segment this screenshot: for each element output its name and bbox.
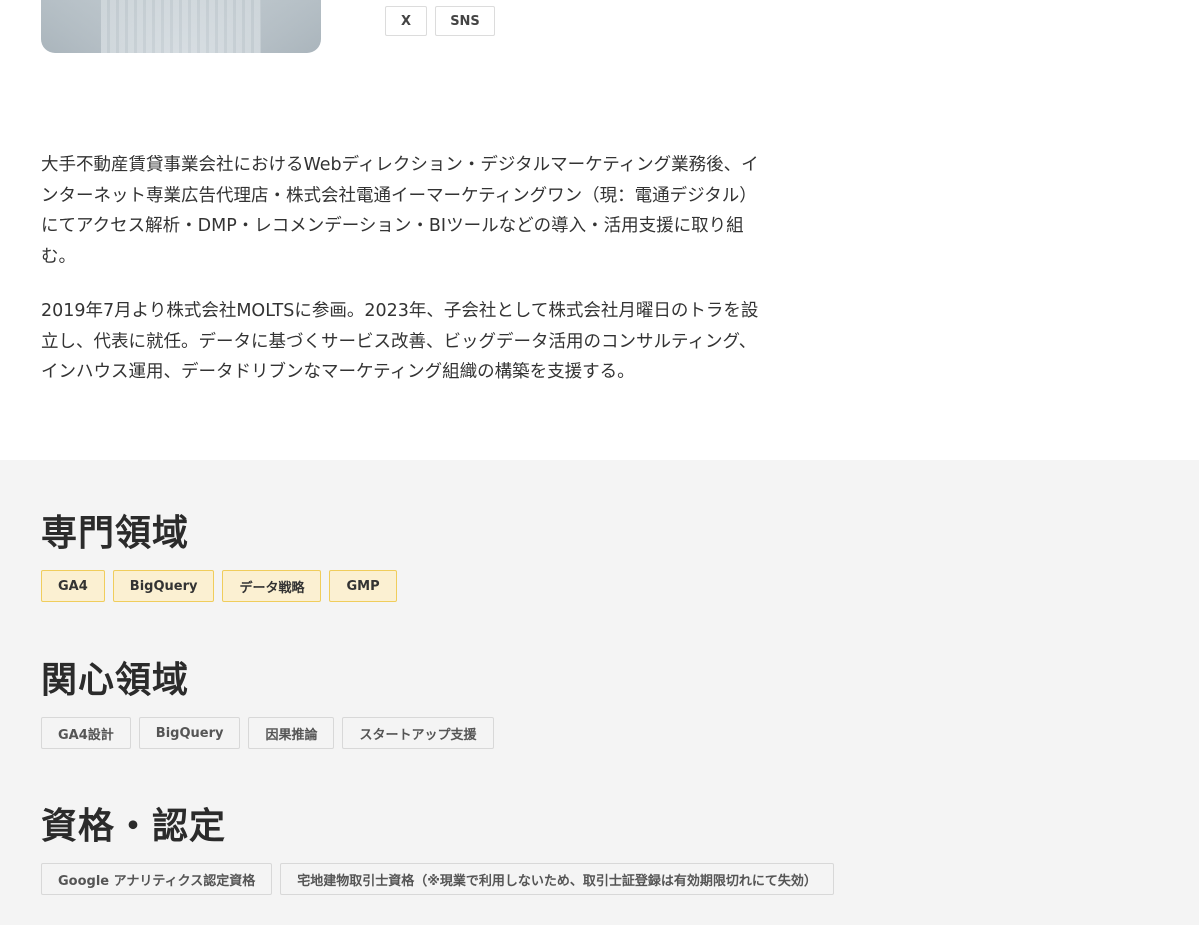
expertise-tag-data-strategy[interactable]: データ戦略	[222, 570, 322, 602]
certifications-title: 資格・認定	[41, 806, 227, 847]
interest-tag-ga4-design[interactable]: GA4設計	[41, 717, 131, 749]
certification-tag-real-estate[interactable]: 宅地建物取引士資格（※現業で利用しないため、取引士証登録は有効期限切れにて失効）	[280, 863, 834, 895]
profile-header: X SNS 大手不動産賃貸事業会社におけるWebディレクション・デジタルマーケテ…	[0, 0, 1199, 460]
bio-paragraph: 2019年7月より株式会社MOLTSに参画。2023年、子会社として株式会社月曜…	[41, 300, 759, 383]
expertise-tag-ga4[interactable]: GA4	[41, 570, 105, 602]
interests-tags: GA4設計 BigQuery 因果推論 スタートアップ支援	[41, 717, 494, 749]
interest-tag-bigquery[interactable]: BigQuery	[138, 717, 241, 749]
interests-title: 関心領域	[41, 660, 190, 701]
sns-link-button[interactable]: SNS	[435, 6, 495, 36]
x-link-button[interactable]: X	[385, 6, 427, 36]
certifications-section: 資格・認定 Google アナリティクス認定資格 宅地建物取引士資格（※現業で利…	[41, 805, 834, 895]
profile-bio: 大手不動産賃貸事業会社におけるWebディレクション・デジタルマーケティング業務後…	[41, 150, 766, 411]
profile-photo-shade	[41, 0, 321, 53]
certification-tag-google-analytics[interactable]: Google アナリティクス認定資格	[41, 863, 273, 895]
profile-photo	[41, 0, 321, 53]
expertise-tag-bigquery[interactable]: BigQuery	[112, 570, 215, 602]
expertise-title: 専門領域	[41, 513, 190, 554]
interest-tag-causal-inference[interactable]: 因果推論	[248, 717, 335, 749]
expertise-section: 専門領域 GA4 BigQuery データ戦略 GMP	[41, 512, 397, 602]
expertise-tags: GA4 BigQuery データ戦略 GMP	[41, 570, 397, 602]
social-links: X SNS	[385, 6, 495, 36]
bio-paragraph: 大手不動産賃貸事業会社におけるWebディレクション・デジタルマーケティング業務後…	[41, 155, 759, 268]
interest-tag-startup-support[interactable]: スタートアップ支援	[342, 717, 494, 749]
expertise-tag-gmp[interactable]: GMP	[329, 570, 397, 602]
interests-section: 関心領域 GA4設計 BigQuery 因果推論 スタートアップ支援	[41, 659, 494, 749]
certifications-tags: Google アナリティクス認定資格 宅地建物取引士資格（※現業で利用しないため…	[41, 863, 834, 895]
